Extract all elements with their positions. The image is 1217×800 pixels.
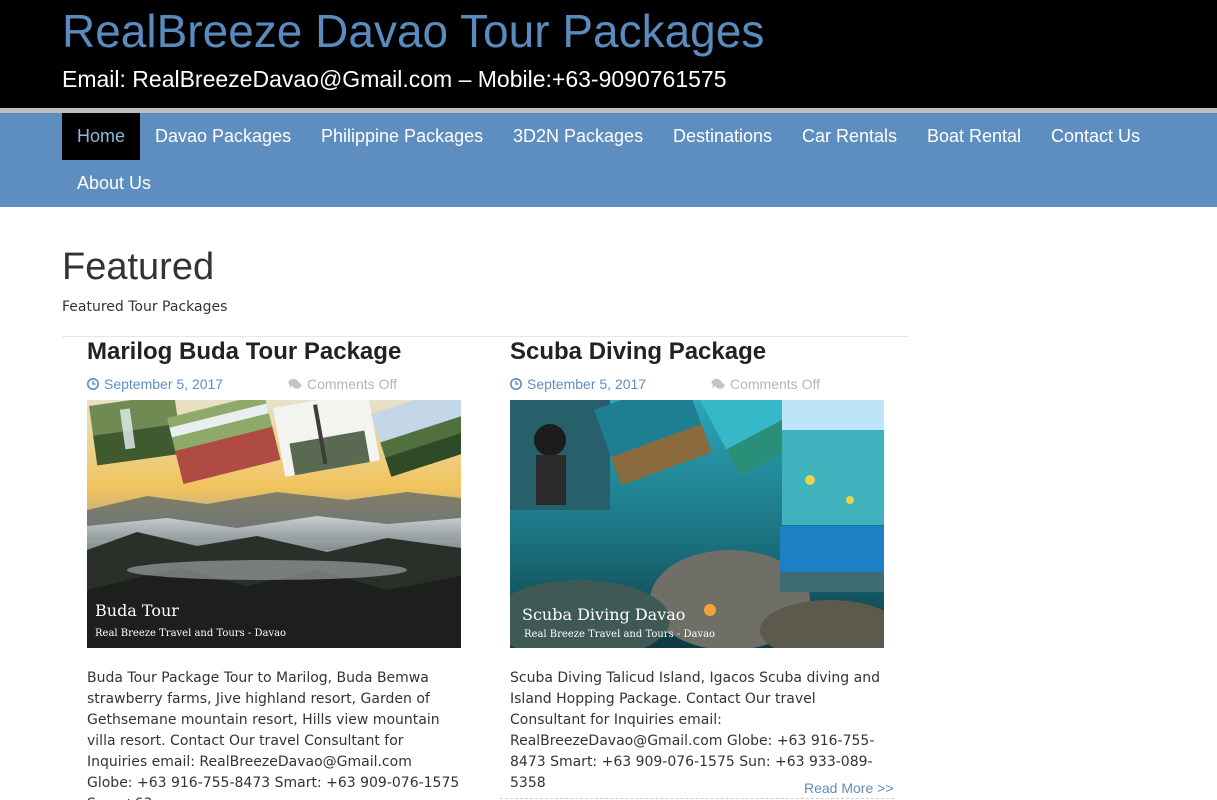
main-navigation: Home Davao Packages Philippine Packages … <box>0 113 1217 207</box>
nav-item-home[interactable]: Home <box>62 113 141 160</box>
post-featured-image[interactable]: Buda Tour Real Breeze Travel and Tours -… <box>87 400 461 648</box>
post-title[interactable]: Marilog Buda Tour Package <box>87 337 401 367</box>
nav-item-destinations[interactable]: Destinations <box>658 113 787 160</box>
post-title[interactable]: Scuba Diving Package <box>510 337 766 367</box>
nav-item-about-us[interactable]: About Us <box>62 160 166 207</box>
post-date: September 5, 2017 <box>104 376 224 392</box>
read-more-link[interactable]: Read More >> <box>804 780 894 796</box>
nav-item-car-rentals[interactable]: Car Rentals <box>787 113 912 160</box>
clock-icon <box>510 378 522 390</box>
nav-item-davao-packages[interactable]: Davao Packages <box>140 113 306 160</box>
post-footer-divider <box>500 798 894 799</box>
post-comments: Comments Off <box>711 374 820 394</box>
post-comments: Comments Off <box>288 374 397 394</box>
post-comments-label: Comments Off <box>730 376 820 392</box>
post-date-link[interactable]: September 5, 2017 <box>510 374 646 394</box>
page-description: Featured Tour Packages <box>62 299 228 315</box>
post-excerpt: Scuba Diving Talicud Island, Igacos Scub… <box>510 670 880 791</box>
post-comments-label: Comments Off <box>307 376 397 392</box>
buda-tour-photo: Buda Tour Real Breeze Travel and Tours -… <box>87 400 461 648</box>
post-date-link[interactable]: September 5, 2017 <box>87 374 223 394</box>
nav-item-contact-us[interactable]: Contact Us <box>1036 113 1155 160</box>
scuba-diving-photo: Scuba Diving Davao Real Breeze Travel an… <box>510 400 884 648</box>
post-excerpt: Buda Tour Package Tour to Marilog, Buda … <box>87 670 460 800</box>
nav-item-boat-rental[interactable]: Boat Rental <box>912 113 1036 160</box>
site-description: Email: RealBreezeDavao@Gmail.com – Mobil… <box>62 66 727 92</box>
page-title: Featured <box>62 246 215 288</box>
image-subcaption: Real Breeze Travel and Tours - Davao <box>524 629 715 640</box>
nav-item-3d2n-packages[interactable]: 3D2N Packages <box>498 113 658 160</box>
post-meta: September 5, 2017 Comments Off <box>510 374 884 394</box>
image-caption: Scuba Diving Davao <box>522 605 685 624</box>
nav-item-philippine-packages[interactable]: Philippine Packages <box>306 113 498 160</box>
post-featured-image[interactable]: Scuba Diving Davao Real Breeze Travel an… <box>510 400 884 648</box>
image-subcaption: Real Breeze Travel and Tours - Davao <box>95 628 286 639</box>
site-header: RealBreeze Davao Tour Packages Email: Re… <box>0 0 1217 108</box>
post-meta: September 5, 2017 Comments Off <box>87 374 461 394</box>
image-caption: Buda Tour <box>95 601 179 620</box>
site-title[interactable]: RealBreeze Davao Tour Packages <box>62 4 764 58</box>
comments-icon <box>711 378 725 389</box>
post-date: September 5, 2017 <box>527 376 647 392</box>
comments-icon <box>288 378 302 389</box>
clock-icon <box>87 378 99 390</box>
